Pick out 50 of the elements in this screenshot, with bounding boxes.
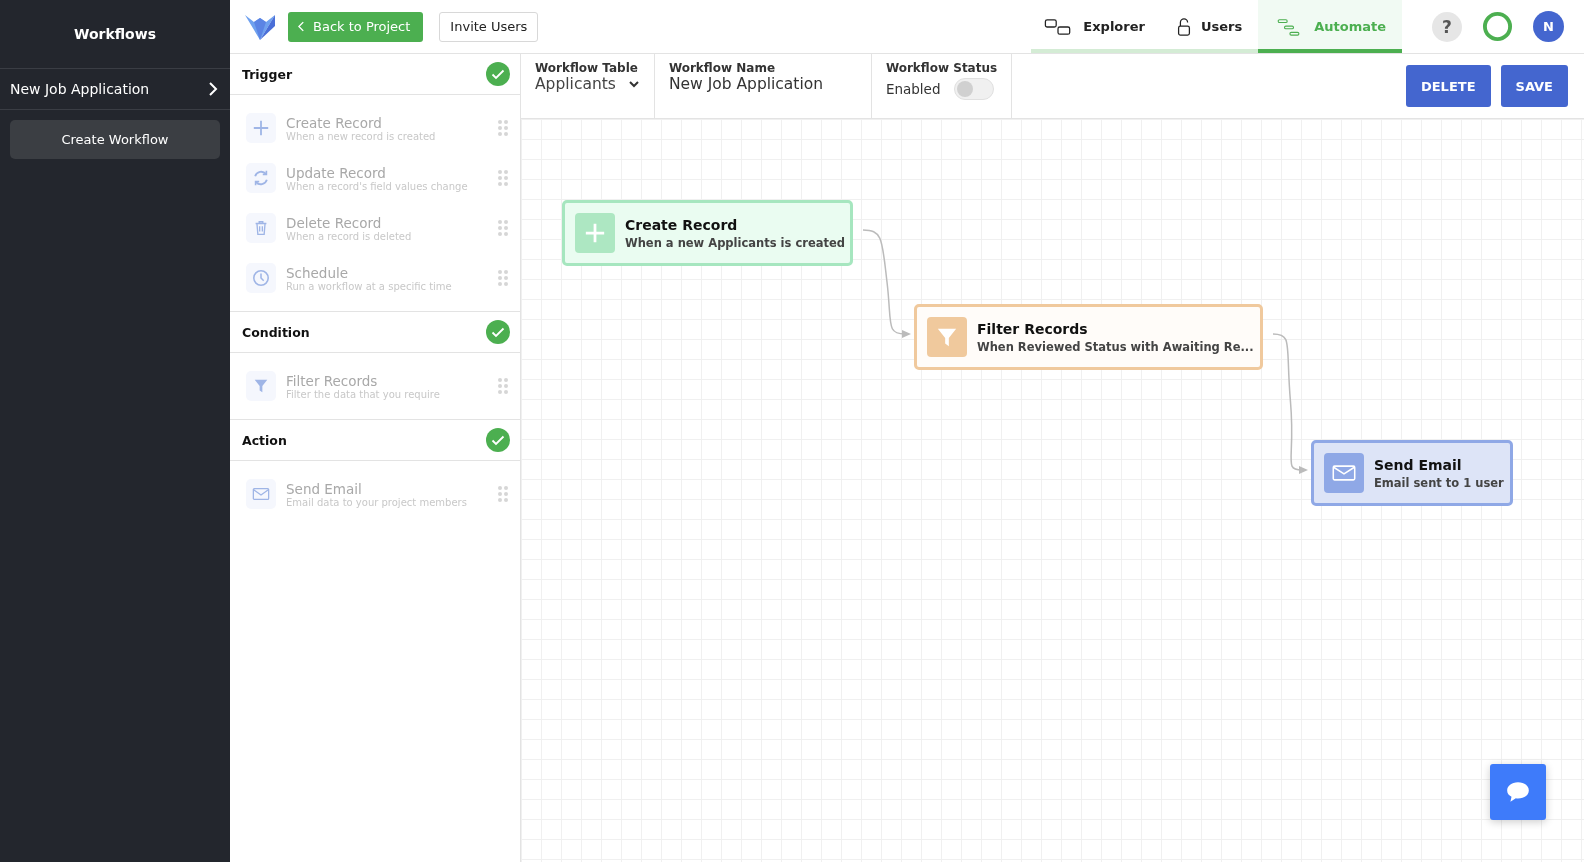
section-title: Condition	[242, 324, 310, 340]
drag-handle-icon[interactable]	[498, 486, 508, 502]
workflow-node[interactable]: Send Email Email sent to 1 user	[1311, 440, 1513, 506]
drag-handle-icon[interactable]	[498, 120, 508, 136]
plus-icon	[252, 119, 270, 137]
item-title: Filter Records	[286, 372, 379, 389]
item-title: Create Record	[286, 114, 383, 131]
drag-handle-icon[interactable]	[498, 378, 508, 394]
clock-icon	[252, 269, 270, 287]
delete-button[interactable]: DELETE	[1405, 65, 1491, 107]
save-button[interactable]: SAVE	[1500, 65, 1568, 107]
plus-icon	[583, 222, 607, 244]
user-avatar[interactable]: N	[1533, 11, 1564, 42]
invite-users-button[interactable]: Invite Users	[439, 11, 539, 42]
help-button[interactable]: ?	[1432, 11, 1462, 42]
item-title: Send Email	[286, 480, 363, 497]
field-label: Workflow Status	[885, 61, 998, 75]
drag-handle-icon[interactable]	[498, 170, 508, 186]
workflow-name: New Job Application	[10, 81, 150, 97]
workflow-node[interactable]: Create Record When a new Applicants is created	[562, 200, 853, 266]
node-title: Create Record	[625, 216, 739, 233]
node-title: Filter Records	[977, 320, 1089, 337]
filter-icon	[252, 377, 270, 395]
item-title: Delete Record	[286, 214, 383, 231]
workflow-name-field[interactable]: New Job Application	[668, 75, 857, 93]
chevron-left-icon	[298, 21, 305, 32]
refresh-icon	[252, 169, 270, 187]
section-title: Action	[242, 432, 287, 448]
envelope-icon	[1332, 462, 1356, 484]
padlock-icon	[1176, 17, 1191, 36]
status-toggle[interactable]	[954, 78, 995, 100]
filter-icon	[935, 326, 959, 348]
workflow-node[interactable]: Filter Records When Reviewed Status with Awaiting Re...	[914, 304, 1263, 370]
envelope-icon	[252, 485, 270, 503]
chat-bubble-icon	[1505, 780, 1531, 804]
table-dropdown[interactable]: Applicants	[535, 75, 640, 93]
status-ring-icon	[1482, 11, 1513, 42]
field-label: Workflow Table	[535, 61, 639, 75]
section-title: Trigger	[242, 66, 293, 82]
node-title: Send Email	[1374, 456, 1463, 473]
status-label: Enabled	[885, 81, 941, 97]
create-workflow-button[interactable]: Create Workflow	[10, 120, 220, 159]
item-title: Schedule	[286, 264, 350, 281]
drag-handle-icon[interactable]	[498, 220, 508, 236]
item-title: Update Record	[286, 164, 387, 181]
drag-handle-icon[interactable]	[498, 270, 508, 286]
chat-button[interactable]	[1490, 764, 1546, 820]
field-label: Workflow Name	[668, 61, 777, 75]
chevron-right-icon	[208, 81, 218, 97]
chevron-down-icon	[627, 80, 640, 88]
